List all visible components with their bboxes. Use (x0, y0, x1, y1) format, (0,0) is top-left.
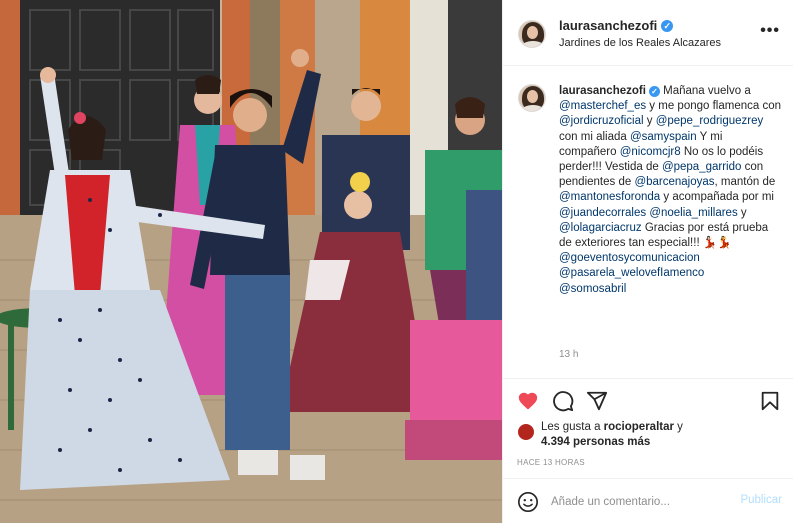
mention-link[interactable]: @noelia_millares (649, 207, 737, 219)
mention-link[interactable]: @masterchef_es (559, 100, 646, 112)
action-bar (503, 380, 793, 420)
mention-link[interactable]: @pepe_rodriguezrey (656, 115, 764, 127)
post-photo[interactable] (0, 0, 502, 523)
location-link[interactable]: Jardines de los Reales Alcazares (559, 37, 721, 49)
caption-segment: con mi aliada (559, 130, 630, 143)
caption-segment: , mantón de (714, 176, 776, 189)
mention-link[interactable]: @mantonesforonda (559, 191, 660, 203)
mention-link[interactable]: @barcenajoyas (634, 176, 714, 188)
mention-link[interactable]: @somosabril (559, 283, 626, 295)
mention-link[interactable]: @jordicruzoficial (559, 115, 644, 127)
caption-text: laurasanchezofi ✓ Mañana vuelvo a @master… (559, 84, 781, 297)
caption-time: 13 h (559, 349, 579, 360)
comment-icon[interactable] (552, 390, 574, 412)
avatar[interactable] (518, 20, 546, 48)
caption-avatar[interactable] (518, 84, 546, 112)
heart-icon[interactable] (517, 390, 539, 412)
likes-summary: Les gusta a rocioperaltar y 4.394 person… (517, 420, 782, 454)
likes-line: Les gusta a rocioperaltar y (541, 420, 683, 435)
caption-area: laurasanchezofi ✓ Mañana vuelvo a @master… (503, 67, 793, 379)
mention-link[interactable]: @lolagarciacruz (559, 222, 642, 234)
save-icon[interactable] (759, 390, 781, 412)
mention-link[interactable]: @nicomcjr8 (620, 146, 681, 158)
liker-avatar[interactable] (517, 423, 535, 441)
comment-box: Publicar (503, 478, 793, 523)
post-sidebar: laurasanchezofi ✓ Jardines de los Reales… (502, 0, 793, 523)
post-timestamp[interactable]: HACE 13 HORAS (517, 458, 585, 467)
author: laurasanchezofi ✓ (559, 18, 674, 33)
mention-link[interactable]: @goeventosycomunicacion (559, 252, 700, 264)
caption-username[interactable]: laurasanchezofi (559, 85, 646, 97)
emoji-icon[interactable] (517, 491, 539, 513)
likes-suffix: y (673, 421, 683, 433)
username-link[interactable]: laurasanchezofi (559, 18, 657, 33)
share-icon[interactable] (586, 390, 608, 412)
likes-count[interactable]: 4.394 personas más (541, 435, 650, 450)
mention-link[interactable]: @juandecorrales (559, 207, 646, 219)
mention-link[interactable]: @samyspain (630, 131, 697, 143)
liker-username[interactable]: rocioperaltar (604, 421, 674, 433)
caption-segment: y me pongo flamenca con (646, 100, 781, 113)
mention-link[interactable]: @pasarela_welovefIamenco (559, 267, 704, 279)
verified-icon: ✓ (648, 86, 660, 97)
post-header: laurasanchezofi ✓ Jardines de los Reales… (503, 0, 793, 66)
caption-segment: Mañana vuelvo a (663, 85, 751, 97)
caption-segment: y (737, 206, 747, 219)
likes-prefix: Les gusta a (541, 421, 604, 433)
flamenco-scene-image (0, 0, 502, 523)
caption-segment: y (643, 115, 656, 128)
more-icon[interactable]: ••• (760, 23, 780, 39)
comment-input[interactable] (551, 492, 721, 512)
mention-link[interactable]: @pepa_garrido (662, 161, 741, 173)
publish-button[interactable]: Publicar (740, 494, 782, 506)
caption-segment: y acompañada por mi (660, 191, 774, 204)
verified-icon: ✓ (661, 19, 674, 32)
